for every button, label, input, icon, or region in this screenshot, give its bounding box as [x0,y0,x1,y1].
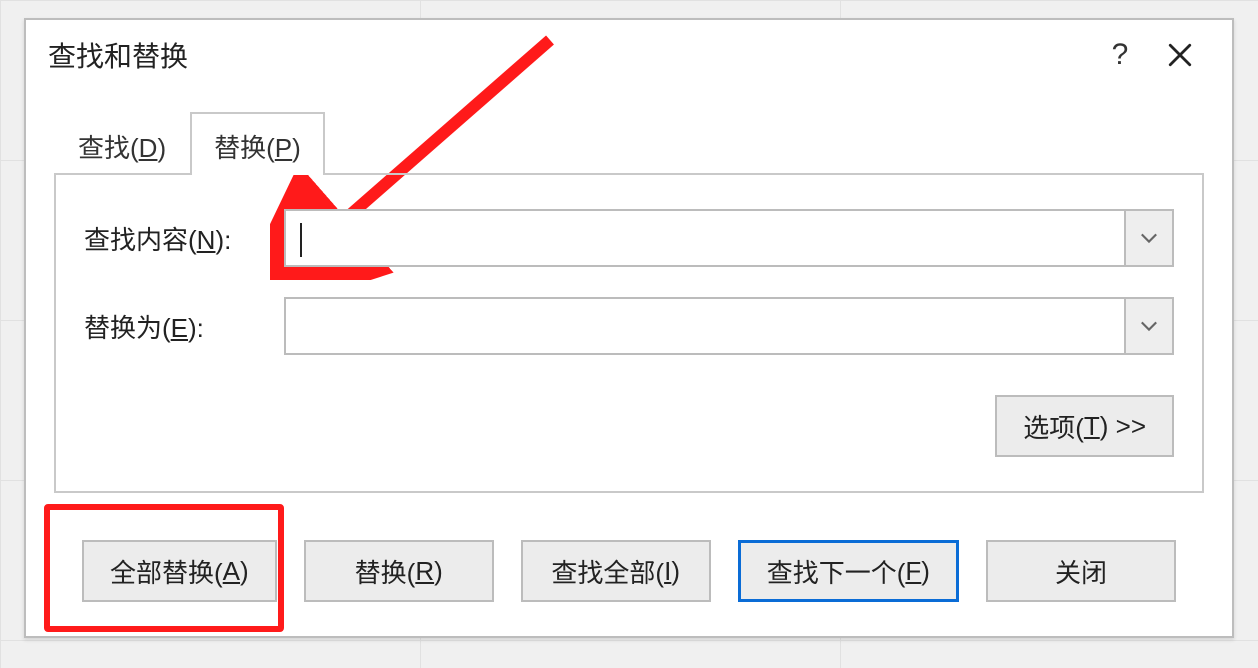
replace-all-button[interactable]: 全部替换(A) [82,540,277,602]
dialog-title: 查找和替换 [48,35,188,75]
replace-with-label: 替换为(E): [84,308,284,345]
find-what-dropdown[interactable] [1124,211,1172,265]
text-caret [300,223,302,257]
chevron-down-icon [1140,320,1158,332]
replace-button[interactable]: 替换(R) [304,540,494,602]
find-replace-dialog: 查找和替换 ? 查找(D) 替换(P) 查找内容(N): [24,18,1234,638]
tab-find[interactable]: 查找(D) [54,112,190,175]
dialog-titlebar: 查找和替换 ? [26,20,1232,90]
find-what-combo [284,209,1174,267]
find-next-button[interactable]: 查找下一个(F) [738,540,959,602]
dialog-button-row: 全部替换(A) 替换(R) 查找全部(I) 查找下一个(F) 关闭 [82,540,1176,602]
help-button[interactable]: ? [1090,30,1150,80]
find-what-input[interactable] [286,211,1124,265]
replace-with-input[interactable] [286,299,1124,353]
tab-strip: 查找(D) 替换(P) [54,110,1204,173]
find-all-button[interactable]: 查找全部(I) [521,540,711,602]
tab-replace[interactable]: 替换(P) [190,112,325,175]
close-button[interactable]: 关闭 [986,540,1176,602]
close-icon[interactable] [1150,30,1210,80]
replace-with-combo [284,297,1174,355]
chevron-down-icon [1140,232,1158,244]
replace-with-dropdown[interactable] [1124,299,1172,353]
replace-panel: 查找内容(N): 替换为(E): [54,173,1204,493]
find-what-label: 查找内容(N): [84,220,284,257]
options-button[interactable]: 选项(T) >> [995,395,1174,457]
